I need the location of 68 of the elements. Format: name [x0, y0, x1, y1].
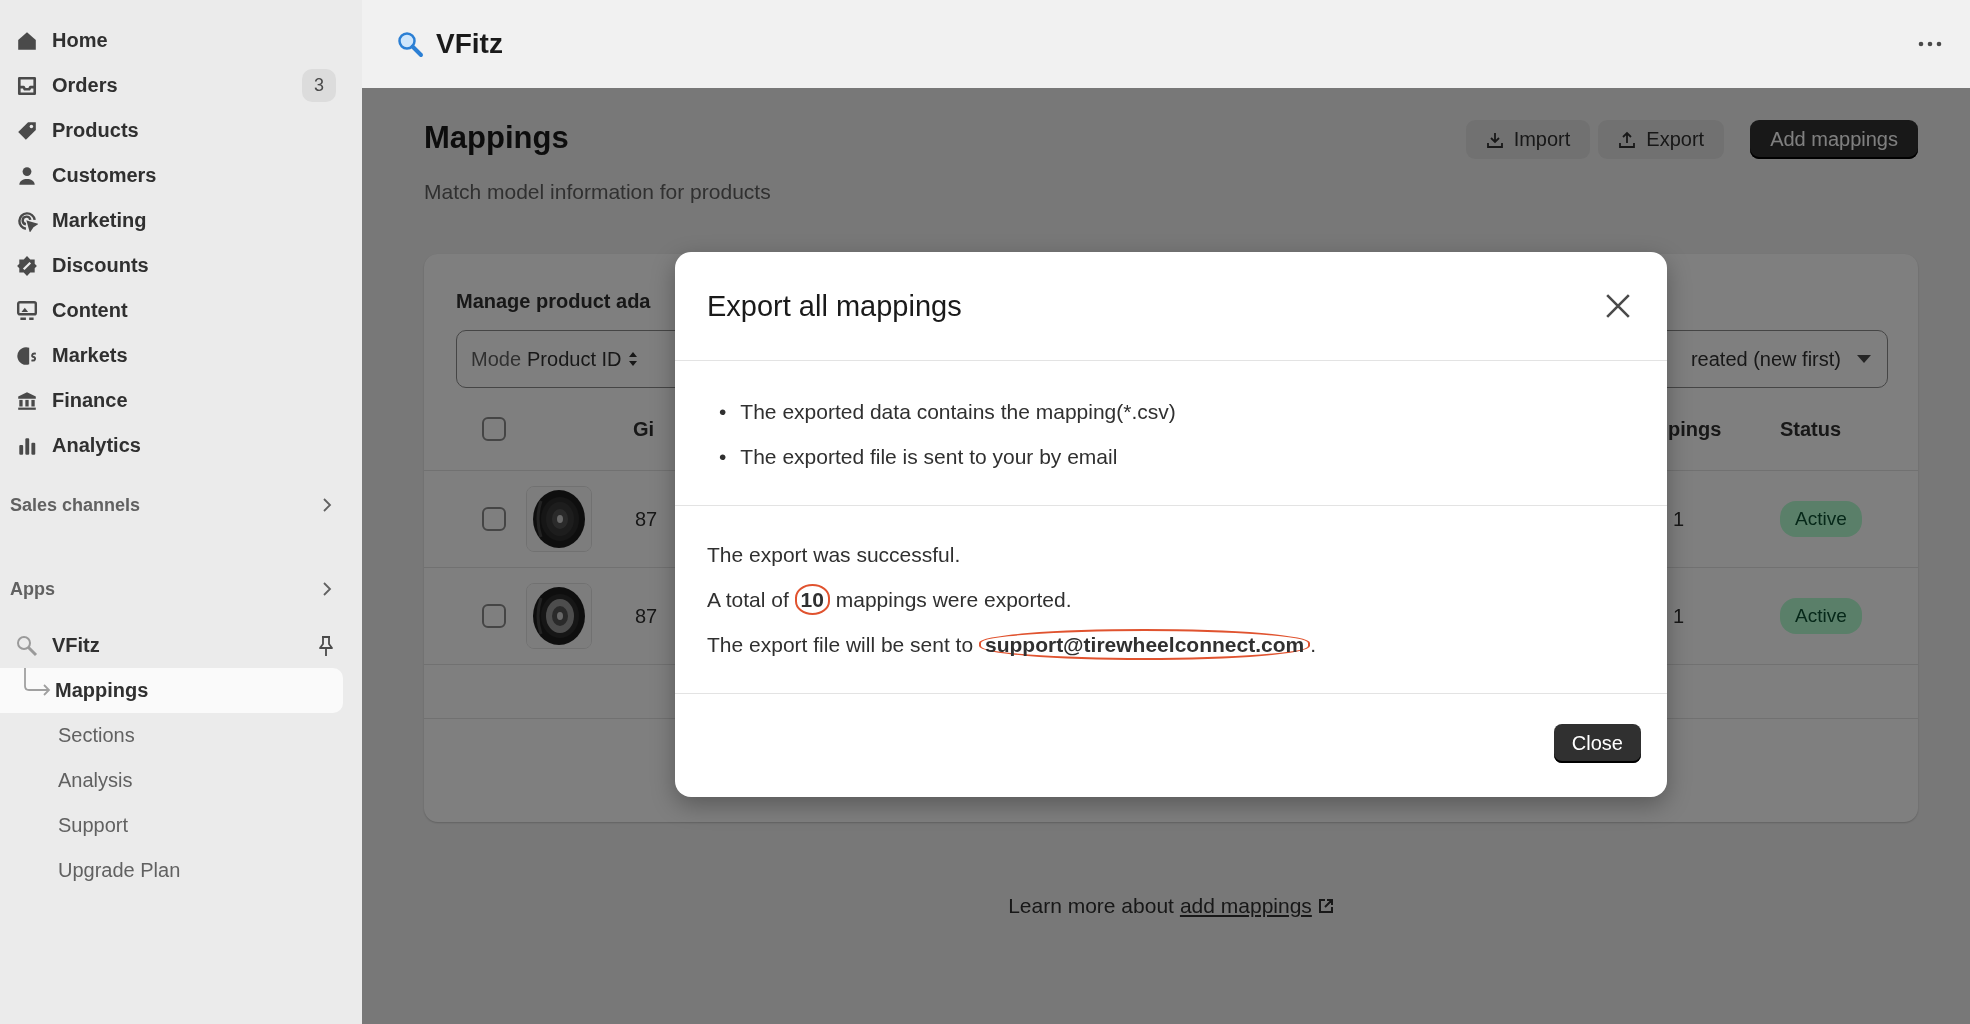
count-badge: 3 — [302, 69, 336, 102]
more-icon[interactable] — [1918, 41, 1942, 47]
result-message: The export file will be sent to support@tirewheelconnect.com. — [707, 632, 1635, 658]
card-title: Manage product ada — [456, 289, 652, 313]
person-icon — [16, 164, 38, 187]
add-mappings-button[interactable]: Add mappings — [1750, 120, 1918, 159]
tag-icon — [16, 119, 38, 142]
upload-icon — [1618, 130, 1637, 149]
add-mappings-link[interactable]: add mappings — [1179, 894, 1312, 918]
bullet: • — [719, 399, 727, 424]
external-link-icon[interactable] — [1317, 898, 1334, 914]
sort-arrows-icon — [627, 351, 638, 367]
nav-item[interactable]: Customers — [0, 153, 362, 198]
page-title: Mappings — [424, 120, 570, 156]
percent-badge-icon — [16, 254, 38, 277]
nav-item[interactable]: Finance — [0, 378, 362, 423]
dialog-title: Export all mappings — [707, 289, 963, 323]
checkbox[interactable] — [482, 604, 506, 628]
download-icon — [1485, 130, 1504, 149]
column-header: pings — [1668, 417, 1723, 441]
tray-icon — [16, 74, 38, 97]
note-text: The exported data contains the mapping(*.csv) — [740, 399, 1176, 424]
target-icon — [16, 209, 38, 232]
table-cell: 87 — [635, 507, 658, 531]
magnifier-icon — [396, 30, 424, 58]
nav-item[interactable]: Markets — [0, 333, 362, 378]
column-header: Gi — [633, 417, 655, 441]
close-dialog-button[interactable]: Close — [1553, 724, 1641, 763]
nav-item[interactable]: Products — [0, 108, 362, 153]
nav-item[interactable]: Marketing — [0, 198, 362, 243]
table-cell-text: 1 — [1672, 604, 1686, 628]
checkbox[interactable] — [482, 507, 506, 531]
close-icon — [1605, 293, 1631, 319]
table-cell: 87 — [635, 604, 658, 628]
nav-item[interactable]: Home — [0, 18, 362, 63]
chevron-right-icon[interactable] — [322, 497, 332, 513]
nav-item[interactable]: Discounts — [0, 243, 362, 288]
bullet: • — [719, 444, 727, 469]
caret-icon — [1857, 355, 1871, 363]
result-message: The export was successful. — [707, 542, 962, 568]
nav-item[interactable]: Analytics — [0, 423, 362, 468]
app-page-item[interactable]: Support — [0, 803, 343, 848]
export-button[interactable]: Export — [1598, 120, 1725, 159]
footer-text: Learn more about — [1008, 894, 1174, 918]
app-name[interactable]: VFitz — [52, 634, 302, 657]
nav-item[interactable]: Content — [0, 288, 362, 333]
app-page-item[interactable]: Upgrade Plan — [0, 848, 343, 893]
page-subtitle: Match model information for products — [424, 180, 772, 204]
checkbox[interactable] — [482, 417, 506, 441]
magnifier-icon — [16, 634, 38, 657]
column-header: Status — [1780, 417, 1842, 441]
app-page-item[interactable]: Sections — [0, 713, 343, 758]
import-button[interactable]: Import — [1465, 120, 1591, 159]
status-badge: Active — [1780, 598, 1862, 634]
section-heading[interactable]: Sales channels — [10, 494, 141, 516]
note-text: The exported file is sent to your by email — [740, 444, 1118, 469]
app-page-item[interactable]: Analysis — [0, 758, 343, 803]
bank-icon — [16, 389, 38, 412]
screen-icon — [16, 299, 38, 322]
chevron-right-icon[interactable] — [322, 581, 332, 597]
table-cell-text: 1 — [1672, 507, 1686, 531]
result-message: A total of 10 mappings were exported. — [707, 587, 1635, 613]
nav-item[interactable]: Orders 3 — [0, 63, 362, 108]
app-page-item[interactable]: Mappings — [0, 668, 343, 713]
app-title: VFitz — [436, 28, 504, 60]
status-badge: Active — [1780, 501, 1862, 537]
section-heading[interactable]: Apps — [10, 578, 55, 600]
pin-icon[interactable] — [316, 634, 336, 657]
